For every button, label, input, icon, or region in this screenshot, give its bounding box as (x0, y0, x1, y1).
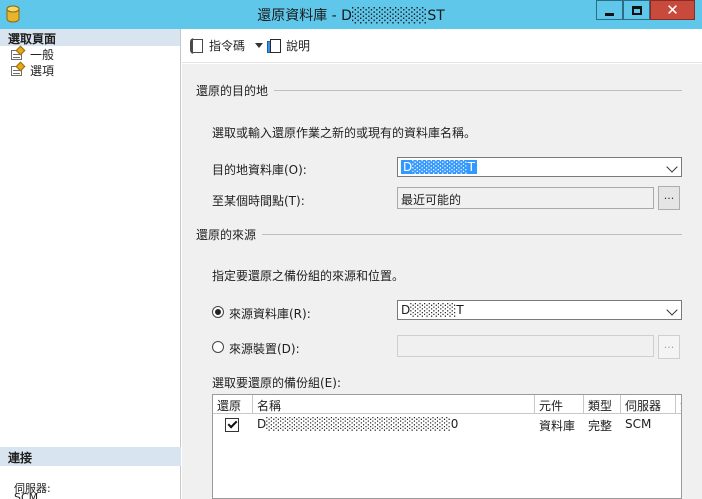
source-section-title: 還原的來源 (196, 228, 257, 242)
page-item-options[interactable]: 選項 (0, 61, 180, 78)
page-properties-icon (10, 61, 26, 77)
column-header-component[interactable]: 元件 (535, 395, 584, 414)
close-icon: ✕ (666, 0, 679, 19)
point-in-time-browse-button[interactable]: ... (658, 186, 680, 210)
restore-cell[interactable] (213, 414, 253, 434)
minimize-button[interactable] (596, 0, 623, 20)
page-item-label: 選項 (30, 63, 55, 78)
point-in-time-value: 最近可能的 (401, 193, 462, 207)
column-header-restore[interactable]: 還原 (213, 395, 253, 414)
minimize-icon (605, 12, 614, 16)
backup-sets-grid[interactable]: 還原 名稱 元件 類型 伺服器 資 D░░░░░░░░░░░░░░░░░░░░0… (212, 394, 682, 499)
source-device-label[interactable]: 來源裝置(D): (229, 340, 300, 357)
source-instruction: 指定要還原之備份組的來源和位置。 (212, 269, 405, 283)
section-divider (274, 90, 682, 91)
point-in-time-label: 至某個時間點(T): (212, 194, 305, 208)
destination-section-title: 還原的目的地 (196, 84, 269, 98)
source-device-field (397, 335, 654, 357)
page-properties-icon (10, 45, 26, 61)
script-label: 指令碼 (209, 39, 246, 53)
server-value: SCM (14, 491, 39, 499)
destination-db-value: D░░░░░░T (401, 160, 477, 174)
column-header-server[interactable]: 伺服器 (621, 395, 676, 414)
chevron-down-icon[interactable] (255, 43, 264, 48)
help-icon (267, 38, 283, 54)
section-divider (262, 234, 682, 235)
help-label: 說明 (286, 39, 311, 53)
help-button[interactable]: 說明 (267, 37, 310, 54)
name-cell: D░░░░░░░░░░░░░░░░░░░░0 (257, 417, 459, 431)
close-button[interactable]: ✕ (650, 0, 695, 20)
server-cell: SCM (625, 417, 652, 431)
grid-header-row: 還原 名稱 元件 類型 伺服器 資 (213, 395, 681, 414)
source-database-combobox[interactable]: D░░░░░T (397, 300, 682, 320)
point-in-time-field: 最近可能的 (397, 187, 654, 209)
toolbar: 指令碼 說明 (182, 29, 702, 63)
script-icon (190, 37, 206, 54)
source-database-value: D░░░░░T (401, 303, 464, 317)
general-page: 還原的目的地 選取或輸入還原作業之新的或現有的資料庫名稱。 目的地資料庫(O):… (182, 64, 702, 499)
select-page-pane: 選取頁面 一般 選項 連接 伺服器: SCM (0, 29, 181, 499)
column-header-type[interactable]: 類型 (584, 395, 621, 414)
database-cell: D (676, 414, 681, 434)
type-cell: 完整 (588, 419, 613, 433)
destination-instruction: 選取或輸入還原作業之新的或現有的資料庫名稱。 (212, 126, 477, 140)
destination-db-combobox[interactable]: D░░░░░░T (397, 157, 682, 177)
select-page-header: 選取頁面 (0, 29, 180, 46)
title-bar: 還原資料庫 - D░░░░░░░ST ✕ (0, 0, 702, 29)
page-item-general[interactable]: 一般 (0, 45, 180, 62)
chevron-down-icon[interactable] (666, 161, 678, 173)
checkmark-icon (227, 418, 238, 429)
destination-db-label: 目的地資料庫(O): (212, 163, 307, 177)
maximize-button[interactable] (623, 0, 650, 20)
page-item-label: 一般 (30, 47, 55, 62)
restore-checkbox[interactable] (225, 418, 239, 432)
source-device-radio[interactable] (212, 341, 224, 353)
source-database-radio[interactable] (212, 306, 224, 318)
maximize-icon (631, 5, 642, 15)
column-header-name[interactable]: 名稱 (253, 395, 535, 414)
source-device-browse-button[interactable]: ... (658, 335, 680, 359)
chevron-down-icon[interactable] (666, 304, 678, 316)
column-header-database[interactable]: 資 (676, 395, 681, 414)
radio-selected-dot (215, 309, 221, 315)
backup-sets-label: 選取要還原的備份組(E): (212, 376, 341, 390)
table-row[interactable]: D░░░░░░░░░░░░░░░░░░░░0 資料庫 完整 SCM D (213, 414, 681, 434)
connection-header: 連接 (0, 447, 181, 466)
script-button[interactable]: 指令碼 (190, 37, 245, 54)
component-cell: 資料庫 (539, 419, 576, 433)
source-database-label[interactable]: 來源資料庫(R): (229, 305, 311, 322)
